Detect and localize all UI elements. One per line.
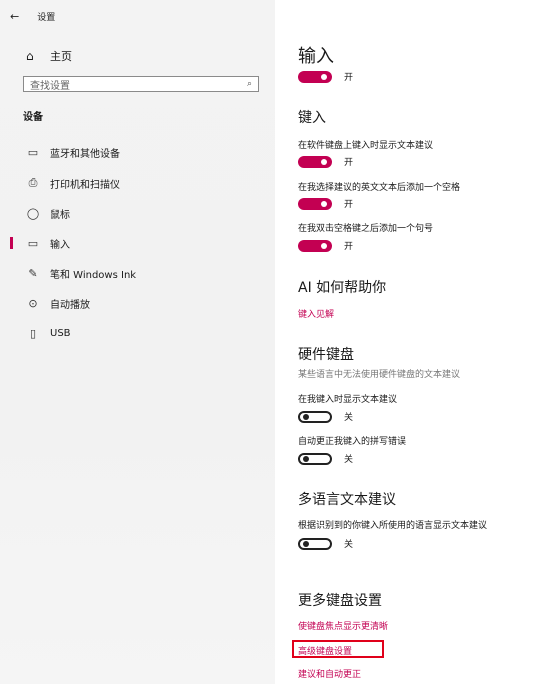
home-icon: ⌂: [26, 49, 34, 63]
toggle-switch[interactable]: [298, 155, 332, 168]
toggle-switch[interactable]: [298, 410, 332, 423]
mouse-icon: ◯: [26, 206, 40, 220]
more-settings-heading: 更多键盘设置: [298, 593, 382, 609]
sidebar-item-mouse[interactable]: ◯ 鼠标: [0, 200, 275, 226]
text-suggestions-toggle[interactable]: 开: [298, 155, 353, 168]
toggle-state: 关: [344, 540, 354, 550]
toggle-state: 开: [344, 200, 354, 210]
sidebar-item-label: 自动播放: [50, 299, 90, 311]
hardware-suggestions-toggle[interactable]: 关: [298, 410, 353, 423]
typing-heading: 键入: [298, 110, 326, 126]
toggle-switch[interactable]: [298, 70, 332, 83]
setting-label: 在我双击空格键之后添加一个句号: [298, 224, 434, 234]
sidebar-item-printers[interactable]: ⎙ 打印机和扫描仪: [0, 170, 275, 196]
search-input[interactable]: 查找设置 ⌕: [23, 76, 259, 92]
toggle-switch[interactable]: [298, 537, 332, 550]
home-link[interactable]: ⌂ 主页: [26, 48, 72, 64]
setting-label: 自动更正我键入的拼写错误: [298, 437, 407, 447]
sidebar-item-label: 笔和 Windows Ink: [50, 269, 137, 281]
toggle-state: 开: [344, 158, 354, 168]
toggle-switch[interactable]: [298, 197, 332, 210]
sidebar-item-bluetooth[interactable]: ▭ 蓝牙和其他设备: [0, 139, 275, 165]
autocorrect-toggle[interactable]: 关: [298, 452, 353, 465]
sidebar-item-pen[interactable]: ✎ 笔和 Windows Ink: [0, 260, 275, 286]
bluetooth-icon: ▭: [27, 145, 39, 159]
hardware-subtitle: 某些语言中无法使用硬件键盘的文本建议: [298, 370, 461, 380]
printer-icon: ⎙: [28, 176, 38, 189]
add-space-toggle[interactable]: 开: [298, 197, 353, 210]
multilingual-heading: 多语言文本建议: [298, 492, 396, 508]
back-arrow-icon[interactable]: ←: [10, 10, 19, 23]
toggle-state: 开: [344, 73, 354, 83]
main-content: 输入 开 键入 在软件键盘上键入时显示文本建议 开 在我选择建议的英文文本后添加…: [275, 0, 542, 684]
toggle-switch[interactable]: [298, 452, 332, 465]
ai-heading: AI 如何帮助你: [298, 280, 387, 296]
sidebar: ← 设置 ⌂ 主页 查找设置 ⌕ 设备 ▭ 蓝牙和其他设备 ⎙ 打印机和扫描仪 …: [0, 0, 275, 684]
advanced-keyboard-settings-link[interactable]: 高级键盘设置: [298, 644, 352, 657]
window-title: 设置: [37, 13, 56, 23]
add-period-toggle[interactable]: 开: [298, 239, 353, 252]
toggle-switch[interactable]: [298, 239, 332, 252]
toggle-state: 关: [344, 455, 354, 465]
keyboard-icon: ▭: [27, 236, 39, 250]
multilingual-toggle[interactable]: 关: [298, 537, 353, 550]
setting-label: 在软件键盘上键入时显示文本建议: [298, 141, 434, 151]
setting-label: 在我键入时显示文本建议: [298, 395, 398, 405]
suggestions-autocorrect-link[interactable]: 建议和自动更正: [298, 667, 361, 680]
toggle-state: 关: [344, 413, 354, 423]
setting-label: 在我选择建议的英文文本后添加一个空格: [298, 183, 461, 193]
usb-icon: ▯: [29, 326, 37, 340]
pen-icon: ✎: [28, 266, 38, 280]
hardware-heading: 硬件键盘: [298, 347, 354, 363]
main-toggle[interactable]: 开: [298, 70, 353, 83]
sidebar-item-label: 蓝牙和其他设备: [50, 148, 120, 160]
sidebar-item-usb[interactable]: ▯ USB: [0, 320, 275, 346]
sidebar-item-label: 打印机和扫描仪: [50, 179, 120, 191]
section-title: 设备: [23, 112, 43, 123]
sidebar-item-typing[interactable]: ▭ 输入: [0, 230, 275, 256]
sidebar-item-label: 输入: [50, 239, 70, 251]
sidebar-item-autoplay[interactable]: ⊙ 自动播放: [0, 290, 275, 316]
home-label: 主页: [50, 50, 72, 63]
page-title: 输入: [298, 46, 334, 67]
toggle-state: 开: [344, 242, 354, 252]
autoplay-icon: ⊙: [28, 296, 38, 310]
active-indicator: [10, 237, 13, 249]
focus-clear-link[interactable]: 使键盘焦点显示更清晰: [298, 619, 388, 632]
sidebar-item-label: 鼠标: [50, 209, 70, 221]
typing-insights-link[interactable]: 键入见解: [298, 307, 334, 320]
title-bar: ← 设置: [10, 10, 55, 23]
search-placeholder: 查找设置: [30, 80, 70, 92]
setting-label: 根据识别到的你键入所使用的语言显示文本建议: [298, 521, 488, 531]
sidebar-item-label: USB: [50, 327, 71, 339]
search-icon: ⌕: [246, 79, 252, 89]
